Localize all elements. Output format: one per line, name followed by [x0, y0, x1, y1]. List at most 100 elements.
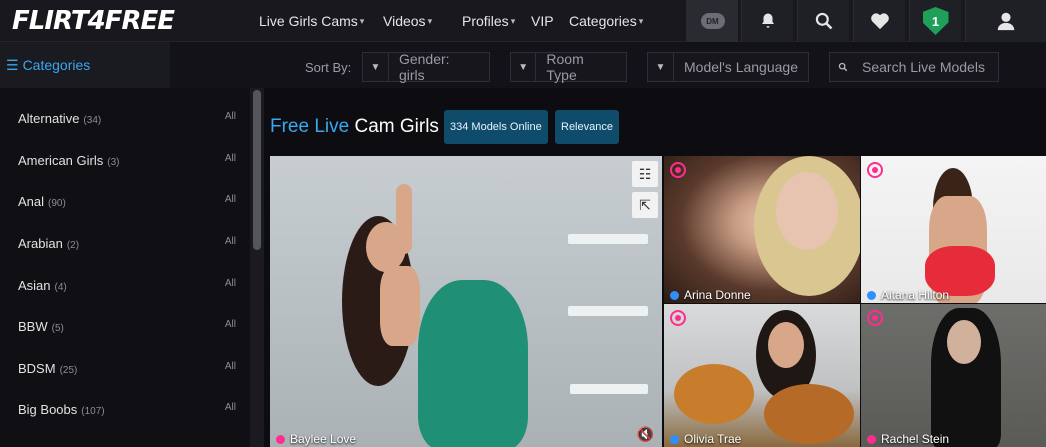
- model-shoulders: [380, 266, 420, 346]
- category-count: (34): [83, 115, 102, 126]
- model-name: Rachel Stein: [881, 432, 950, 446]
- open-external-icon[interactable]: ⇱: [632, 192, 658, 218]
- user-icon: [997, 12, 1015, 31]
- gender-select[interactable]: ▼ Gender: girls: [362, 51, 490, 83]
- model-tile[interactable]: Olivia Trae: [664, 304, 860, 447]
- list-view-icon[interactable]: ☷: [632, 161, 658, 187]
- category-all-link[interactable]: All: [225, 361, 236, 372]
- chevron-down-icon: ▼: [511, 53, 537, 81]
- search-placeholder: Search Live Models: [862, 59, 985, 75]
- nav-label: Videos: [383, 13, 426, 29]
- live-icon: [670, 162, 686, 178]
- category-name: Anal: [18, 194, 45, 209]
- sidebar-item-american-girls[interactable]: American Girls (3) All: [18, 153, 236, 173]
- language-select-value: Model's Language: [684, 59, 798, 75]
- model-tile-featured[interactable]: ☷ ⇱ Baylee Love 🔇: [270, 156, 662, 447]
- model-name-label: Baylee Love: [276, 432, 356, 446]
- models-online-badge[interactable]: 334 Models Online: [444, 110, 548, 144]
- model-name-label: Rachel Stein: [867, 432, 949, 446]
- bell-icon: [761, 13, 774, 28]
- categories-toggle[interactable]: ☰ Categories: [0, 42, 170, 88]
- category-all-link[interactable]: All: [225, 402, 236, 413]
- model-face: [776, 172, 838, 250]
- model-tile[interactable]: Arina Donne: [664, 156, 860, 303]
- category-all-link[interactable]: All: [225, 153, 236, 164]
- model-name: Olivia Trae: [684, 432, 742, 446]
- chevron-down-icon: ▾: [510, 15, 516, 26]
- sidebar-item-big-boobs[interactable]: Big Boobs (107) All: [18, 402, 236, 422]
- model-name: Baylee Love: [290, 432, 357, 446]
- category-count: (90): [48, 198, 66, 209]
- chevron-down-icon: ▾: [638, 15, 644, 26]
- category-all-link[interactable]: All: [225, 278, 236, 289]
- category-name: Asian: [18, 278, 51, 293]
- page-title-rest: Cam Girls: [354, 116, 439, 137]
- sort-by-label: Sort By:: [305, 60, 352, 75]
- food-platter: [764, 384, 854, 444]
- rewards-badge-button[interactable]: 1: [909, 0, 961, 42]
- model-dress: [418, 280, 528, 447]
- category-count: (4): [54, 282, 67, 293]
- nav-label: Profiles: [462, 13, 509, 29]
- room-type-select-value: Room Type: [546, 51, 584, 83]
- top-navigation: FLIRT4FREE Live Girls Cams ▾ Videos ▾ Prof…: [0, 0, 1046, 42]
- category-count: (107): [81, 406, 105, 417]
- status-dot: [867, 434, 876, 444]
- room-type-select[interactable]: ▼ Room Type: [510, 51, 627, 83]
- site-logo[interactable]: FLIRT4FREE: [12, 6, 175, 36]
- nav-videos[interactable]: Videos ▾: [383, 0, 432, 42]
- badge-count: 1: [931, 13, 940, 29]
- nav-live-girls-cams[interactable]: Live Girls Cams ▾: [259, 0, 364, 42]
- category-name: American Girls: [18, 153, 104, 168]
- sidebar-item-bbw[interactable]: BBW (5) All: [18, 319, 236, 339]
- live-icon: [670, 310, 686, 326]
- status-dot: [670, 434, 679, 444]
- language-select[interactable]: ▼ Model's Language: [647, 52, 809, 82]
- chevron-down-icon: ▾: [359, 15, 365, 26]
- list-icon: ☰: [6, 56, 19, 73]
- category-all-link[interactable]: All: [225, 194, 236, 205]
- model-name-label: Arina Donne: [670, 288, 751, 302]
- category-all-link[interactable]: All: [225, 236, 236, 247]
- favorites-button[interactable]: [853, 0, 905, 42]
- nav-categories[interactable]: Categories ▾: [569, 0, 643, 42]
- category-name: Big Boobs: [18, 402, 78, 417]
- search-models-input[interactable]: Search Live Models: [829, 52, 999, 82]
- chevron-down-icon: ▾: [427, 15, 433, 26]
- page-title: Free Live Cam Girls: [270, 116, 439, 138]
- sidebar-item-alternative[interactable]: Alternative (34) All: [18, 111, 236, 131]
- category-name: BBW: [18, 319, 48, 334]
- dm-button[interactable]: DM: [686, 0, 738, 42]
- mute-icon[interactable]: 🔇: [637, 426, 654, 443]
- account-button[interactable]: [965, 0, 1046, 42]
- model-tile[interactable]: Aitana Hilton: [861, 156, 1046, 303]
- sidebar-item-bdsm[interactable]: BDSM (25) All: [18, 361, 236, 381]
- sidebar-item-anal[interactable]: Anal (90) All: [18, 194, 236, 214]
- status-dot: [867, 290, 876, 300]
- nav-profiles[interactable]: Profiles ▾: [462, 0, 515, 42]
- sidebar-scrollbar-thumb[interactable]: [253, 90, 261, 250]
- sidebar-item-arabian[interactable]: Arabian (2) All: [18, 236, 236, 256]
- status-dot: [276, 434, 285, 444]
- notifications-button[interactable]: [741, 0, 793, 42]
- model-name-label: Aitana Hilton: [867, 288, 949, 302]
- nav-label: Categories: [569, 13, 637, 29]
- nav-label: VIP: [531, 13, 554, 29]
- category-name: BDSM: [18, 361, 56, 376]
- category-all-link[interactable]: All: [225, 319, 236, 330]
- search-icon: [815, 12, 832, 30]
- model-face: [768, 322, 804, 368]
- sidebar-item-asian[interactable]: Asian (4) All: [18, 278, 236, 298]
- live-icon: [867, 310, 883, 326]
- model-tile[interactable]: Rachel Stein: [861, 304, 1046, 447]
- categories-label: Categories: [22, 57, 91, 73]
- model-arm: [396, 184, 412, 254]
- nav-label: Live Girls Cams: [259, 13, 358, 29]
- dm-icon: DM: [700, 13, 725, 29]
- relevance-sort-button[interactable]: Relevance: [555, 110, 619, 144]
- category-all-link[interactable]: All: [225, 111, 236, 122]
- nav-vip[interactable]: VIP: [531, 0, 554, 42]
- category-count: (25): [59, 365, 78, 376]
- search-button[interactable]: [797, 0, 849, 42]
- model-face: [947, 320, 981, 364]
